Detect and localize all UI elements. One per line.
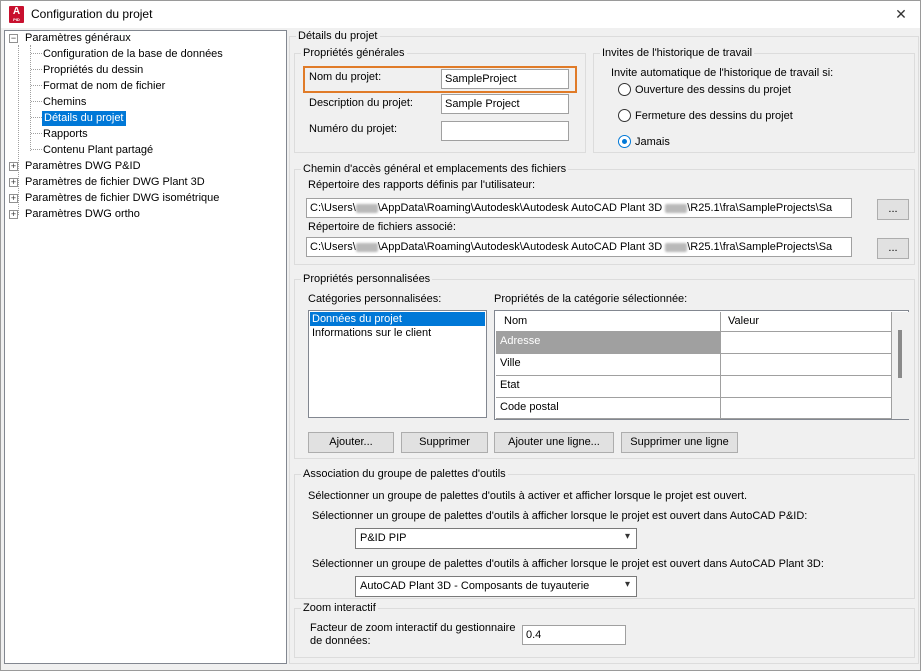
project-description-label: Description du projet:	[309, 97, 413, 109]
plant-palette-select[interactable]: AutoCAD Plant 3D - Composants de tuyaute…	[355, 576, 637, 597]
associated-dir-field[interactable]: C:\Users\ \AppData\Roaming\Autodesk\Autod…	[306, 237, 852, 257]
tree-item-database-config[interactable]: Configuration de la base de données	[43, 47, 223, 62]
project-config-dialog: A PID Configuration du projet ✕ − Paramè…	[0, 0, 921, 671]
expand-icon[interactable]: +	[9, 210, 18, 219]
pid-palette-label: Sélectionner un groupe de palettes d'out…	[312, 510, 808, 522]
redacted-username	[355, 203, 378, 213]
general-properties-legend: Propriétés générales	[301, 47, 407, 59]
reports-dir-field[interactable]: C:\Users\ \AppData\Roaming\Autodesk\Autod…	[306, 198, 852, 218]
zoom-label-line1: Facteur de zoom interactif du gestionnai…	[310, 622, 516, 634]
selected-category-props-label: Propriétés de la catégorie sélectionnée:	[494, 293, 688, 305]
table-cell-value[interactable]	[721, 332, 892, 354]
column-header-name[interactable]: Nom	[496, 312, 721, 332]
radio-open-drawings-label[interactable]: Ouverture des dessins du projet	[635, 84, 791, 96]
grid-scrollbar[interactable]	[892, 312, 909, 419]
browse-reports-button[interactable]: ...	[877, 199, 909, 220]
scroll-thumb[interactable]	[898, 330, 902, 378]
tree-item-reports[interactable]: Rapports	[43, 127, 88, 142]
autocad-app-icon: A PID	[9, 6, 24, 23]
project-details-title: Détails du projet	[296, 30, 380, 42]
tree-item-filename-format[interactable]: Format de nom de fichier	[43, 79, 165, 94]
tree-item-paths[interactable]: Chemins	[43, 95, 86, 110]
tree-item-project-details[interactable]: Détails du projet	[42, 111, 126, 126]
table-cell-value[interactable]	[721, 376, 892, 398]
palettes-intro: Sélectionner un groupe de palettes d'out…	[308, 490, 748, 502]
history-prompts-legend: Invites de l'historique de travail	[600, 47, 755, 59]
list-item[interactable]: Données du projet	[310, 312, 485, 326]
delete-category-button[interactable]: Supprimer	[401, 432, 488, 453]
expand-icon[interactable]: +	[9, 162, 18, 171]
zoom-legend: Zoom interactif	[301, 602, 378, 614]
radio-close-drawings-label[interactable]: Fermeture des dessins du projet	[635, 110, 793, 122]
plant-palette-label: Sélectionner un groupe de palettes d'out…	[312, 558, 824, 570]
collapse-icon[interactable]: −	[9, 34, 18, 43]
pid-palette-select[interactable]: P&ID PIP ▾	[355, 528, 637, 549]
tree-item-iso-settings[interactable]: Paramètres de fichier DWG isométrique	[25, 191, 219, 206]
properties-grid[interactable]: Nom Valeur Adresse Ville Etat Code posta…	[494, 310, 909, 420]
redacted-username	[355, 242, 378, 252]
tree-item-drawing-properties[interactable]: Propriétés du dessin	[43, 63, 143, 78]
tree-item-ortho-settings[interactable]: Paramètres DWG ortho	[25, 207, 140, 222]
associated-dir-label: Répertoire de fichiers associé:	[308, 221, 456, 233]
radio-never-label[interactable]: Jamais	[635, 136, 670, 148]
tree-item-general-settings[interactable]: Paramètres généraux	[25, 31, 131, 46]
project-number-field[interactable]	[441, 121, 569, 141]
custom-properties-legend: Propriétés personnalisées	[301, 273, 433, 285]
tree-connector	[18, 45, 19, 215]
categories-list[interactable]: Données du projet Informations sur le cl…	[308, 310, 487, 418]
radio-close-drawings[interactable]	[618, 109, 631, 122]
browse-associated-button[interactable]: ...	[877, 238, 909, 259]
paths-legend: Chemin d'accès général et emplacements d…	[301, 163, 569, 175]
redacted-version	[665, 203, 688, 213]
project-number-label: Numéro du projet:	[309, 123, 398, 135]
title-bar: A PID Configuration du projet ✕	[1, 1, 920, 28]
tree-item-shared-content[interactable]: Contenu Plant partagé	[43, 143, 153, 158]
add-category-button[interactable]: Ajouter...	[308, 432, 394, 453]
zoom-factor-field[interactable]: 0.4	[522, 625, 626, 645]
project-name-label: Nom du projet:	[309, 71, 382, 83]
expand-icon[interactable]: +	[9, 194, 18, 203]
table-cell-name[interactable]: Adresse	[496, 332, 721, 354]
radio-open-drawings[interactable]	[618, 83, 631, 96]
project-name-field[interactable]: SampleProject	[441, 69, 569, 89]
expand-icon[interactable]: +	[9, 178, 18, 187]
window-title: Configuration du projet	[31, 7, 153, 21]
delete-row-button[interactable]: Supprimer une ligne	[621, 432, 738, 453]
tree-item-pid-settings[interactable]: Paramètres DWG P&ID	[25, 159, 141, 174]
chevron-down-icon: ▾	[624, 531, 630, 542]
column-header-value[interactable]: Valeur	[721, 312, 892, 332]
palettes-legend: Association du groupe de palettes d'outi…	[301, 468, 508, 480]
zoom-label-line2: de données:	[310, 635, 371, 647]
close-icon[interactable]: ✕	[890, 4, 912, 24]
table-cell-value[interactable]	[721, 398, 892, 419]
table-cell-value[interactable]	[721, 354, 892, 376]
add-row-button[interactable]: Ajouter une ligne...	[494, 432, 614, 453]
radio-never[interactable]	[618, 135, 631, 148]
chevron-down-icon: ▾	[624, 579, 630, 590]
custom-categories-label: Catégories personnalisées:	[308, 293, 442, 305]
tree-connector	[30, 45, 31, 151]
project-description-field[interactable]: Sample Project	[441, 94, 569, 114]
list-item[interactable]: Informations sur le client	[310, 326, 431, 340]
table-cell-name[interactable]: Etat	[496, 376, 721, 398]
history-prompt-label: Invite automatique de l'historique de tr…	[611, 67, 834, 79]
table-cell-name[interactable]: Code postal	[496, 398, 721, 419]
redacted-version	[665, 242, 688, 252]
reports-dir-label: Répertoire des rapports définis par l'ut…	[308, 179, 536, 191]
tree-item-plant3d-settings[interactable]: Paramètres de fichier DWG Plant 3D	[25, 175, 205, 190]
settings-tree[interactable]: − Paramètres généraux Configuration de l…	[4, 30, 287, 664]
table-cell-name[interactable]: Ville	[496, 354, 721, 376]
